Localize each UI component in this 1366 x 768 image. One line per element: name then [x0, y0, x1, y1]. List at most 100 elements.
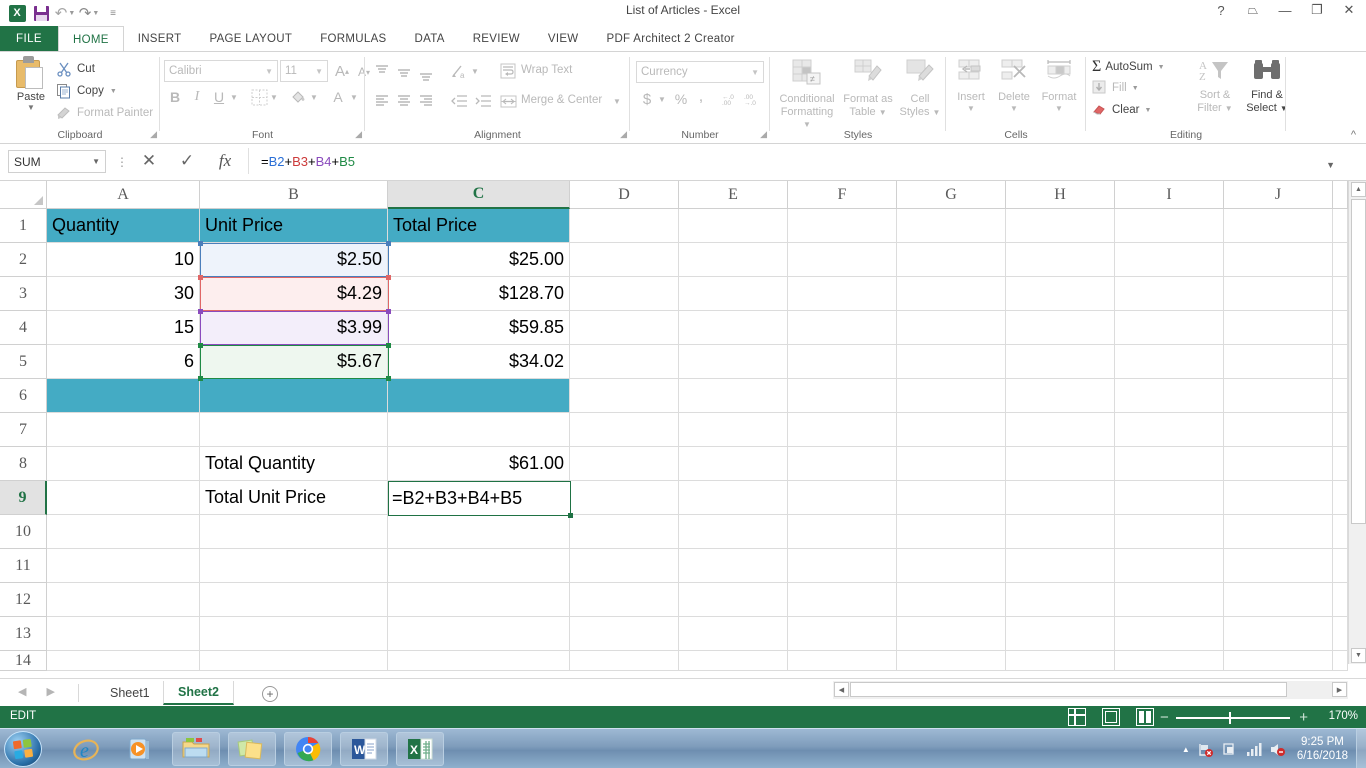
row-header-10[interactable]: 10 [0, 515, 47, 549]
alignment-dialog-launcher-icon[interactable]: ◢ [620, 129, 627, 140]
accounting-chevron-down-icon[interactable]: ▼ [656, 90, 668, 108]
column-header-c[interactable]: C [388, 181, 570, 209]
cell-h5[interactable] [1006, 345, 1115, 379]
merge-center-label[interactable]: Merge & Center [521, 94, 602, 106]
sheet-tab-sheet1[interactable]: Sheet1 [96, 681, 164, 705]
cell-b13[interactable] [200, 617, 388, 651]
cell-a14[interactable] [47, 651, 200, 671]
column-header-d[interactable]: D [570, 181, 679, 209]
cell-c9-editing[interactable]: =B2+B3+B4+B5 [388, 481, 573, 518]
help-icon[interactable]: ? [1212, 3, 1230, 18]
cell-a11[interactable] [47, 549, 200, 583]
paste-button[interactable]: Paste ▼ [8, 56, 54, 112]
cell-e2[interactable] [679, 243, 788, 277]
cell-h3[interactable] [1006, 277, 1115, 311]
column-header-h[interactable]: H [1006, 181, 1115, 209]
cell-j6[interactable] [1224, 379, 1333, 413]
cell-b10[interactable] [200, 515, 388, 549]
format-painter-button[interactable]: Format Painter [56, 102, 153, 124]
row-header-14[interactable]: 14 [0, 651, 47, 671]
cell-a5[interactable]: 6 [47, 345, 200, 379]
taskbar-google-chrome[interactable] [284, 732, 332, 766]
cell-a6[interactable] [47, 379, 200, 413]
cell-i2[interactable] [1115, 243, 1224, 277]
tab-insert[interactable]: INSERT [124, 26, 196, 52]
cell-k12[interactable] [1333, 583, 1348, 617]
cell-g12[interactable] [897, 583, 1006, 617]
paste-chevron-down-icon[interactable]: ▼ [8, 103, 54, 112]
format-as-table-button[interactable]: Format as Table ▼ [840, 58, 896, 119]
scroll-left-icon[interactable]: ◀ [834, 682, 849, 697]
cell-d4[interactable] [570, 311, 679, 345]
row-header-3[interactable]: 3 [0, 277, 47, 311]
cell-h11[interactable] [1006, 549, 1115, 583]
cell-c5[interactable]: $34.02 [388, 345, 570, 379]
taskbar-microsoft-excel[interactable]: X [396, 732, 444, 766]
cell-c3[interactable]: $128.70 [388, 277, 570, 311]
cell-b11[interactable] [200, 549, 388, 583]
align-bottom-icon[interactable] [415, 64, 437, 86]
cell-b12[interactable] [200, 583, 388, 617]
cell-g2[interactable] [897, 243, 1006, 277]
cell-f5[interactable] [788, 345, 897, 379]
align-right-icon[interactable] [415, 90, 437, 112]
column-header-i[interactable]: I [1115, 181, 1224, 209]
collapse-ribbon-icon[interactable]: ^ [1351, 129, 1356, 141]
cell-e12[interactable] [679, 583, 788, 617]
cell-f14[interactable] [788, 651, 897, 671]
cell-h9[interactable] [1006, 481, 1115, 515]
cell-i13[interactable] [1115, 617, 1224, 651]
cell-j11[interactable] [1224, 549, 1333, 583]
tab-review[interactable]: REVIEW [459, 26, 534, 52]
cell-d8[interactable] [570, 447, 679, 481]
previous-sheet-icon[interactable]: ◀ [18, 685, 26, 698]
cell-j13[interactable] [1224, 617, 1333, 651]
conditional-formatting-button[interactable]: ≠ Conditional Formatting ▼ [776, 58, 838, 132]
cell-d10[interactable] [570, 515, 679, 549]
bold-button[interactable]: B [166, 86, 184, 108]
cell-c11[interactable] [388, 549, 570, 583]
cell-d1[interactable] [570, 209, 679, 243]
row-header-2[interactable]: 2 [0, 243, 47, 277]
cell-g11[interactable] [897, 549, 1006, 583]
cell-i9[interactable] [1115, 481, 1224, 515]
percent-format-icon[interactable]: % [672, 88, 690, 110]
minimize-icon[interactable]: — [1276, 3, 1294, 18]
show-desktop-button[interactable] [1356, 729, 1366, 768]
cell-g10[interactable] [897, 515, 1006, 549]
delete-chevron-down-icon[interactable]: ▼ [992, 104, 1036, 113]
cell-e4[interactable] [679, 311, 788, 345]
cell-j14[interactable] [1224, 651, 1333, 671]
cell-h7[interactable] [1006, 413, 1115, 447]
cell-j2[interactable] [1224, 243, 1333, 277]
cell-d2[interactable] [570, 243, 679, 277]
cell-a12[interactable] [47, 583, 200, 617]
cell-b5[interactable]: $5.67 [200, 345, 388, 379]
tab-pdf-architect[interactable]: PDF Architect 2 Creator [592, 26, 748, 52]
cell-k11[interactable] [1333, 549, 1348, 583]
column-header-g[interactable]: G [897, 181, 1006, 209]
vertical-scroll-thumb[interactable] [1351, 199, 1366, 524]
accounting-format-icon[interactable]: $ [638, 88, 656, 110]
underline-chevron-down-icon[interactable]: ▼ [228, 88, 240, 106]
wrap-text-label[interactable]: Wrap Text [521, 64, 572, 76]
cell-i10[interactable] [1115, 515, 1224, 549]
name-box-chevron-down-icon[interactable]: ▼ [92, 157, 100, 166]
autosum-button[interactable]: Σ AutoSum ▼ [1092, 58, 1165, 76]
cell-d5[interactable] [570, 345, 679, 379]
tab-view[interactable]: VIEW [534, 26, 593, 52]
cell-d9[interactable] [570, 481, 679, 515]
cell-h6[interactable] [1006, 379, 1115, 413]
align-left-icon[interactable] [371, 90, 393, 112]
font-name-input[interactable]: Calibri ▼ [164, 60, 278, 82]
ribbon-display-options-icon[interactable]: ⏢ [1244, 2, 1262, 18]
column-header-k[interactable] [1333, 181, 1348, 209]
name-box[interactable]: SUM ▼ [8, 150, 106, 173]
number-format-select[interactable]: Currency ▼ [636, 61, 764, 83]
orientation-icon[interactable]: a [447, 60, 471, 84]
cell-h8[interactable] [1006, 447, 1115, 481]
cell-e11[interactable] [679, 549, 788, 583]
cell-f12[interactable] [788, 583, 897, 617]
cell-e3[interactable] [679, 277, 788, 311]
taskbar-internet-explorer[interactable]: e [62, 732, 110, 766]
